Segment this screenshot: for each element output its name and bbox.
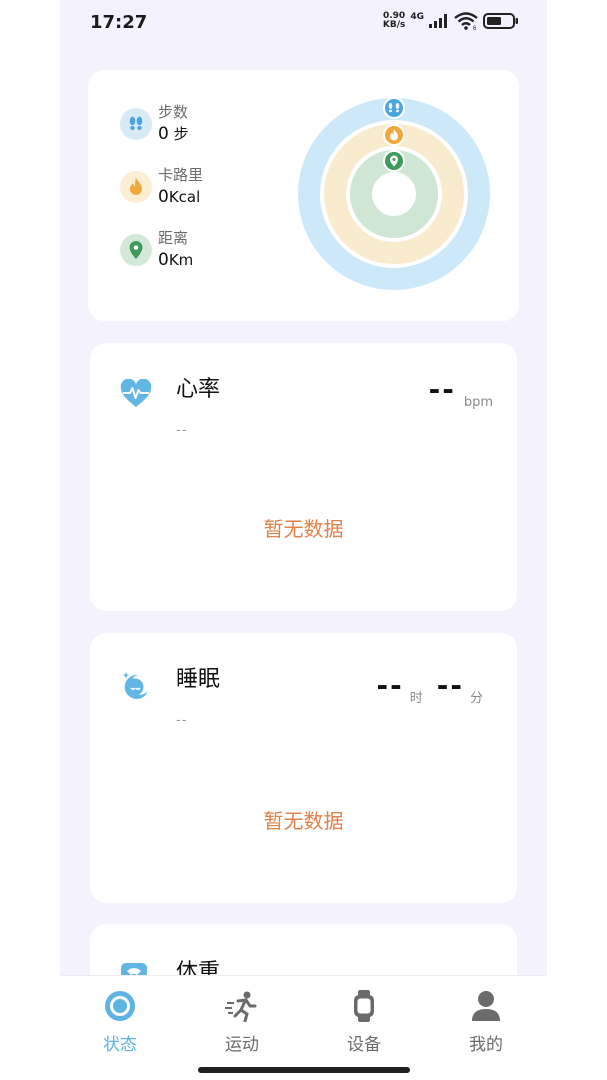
net-speed-unit: KB/s [382,20,406,30]
steps-metric: 步数 0 步 [120,102,189,146]
steps-ring-marker-icon [383,97,405,119]
sleep-card[interactable]: 睡眠 -- -- 时 -- 分 暂无数据 [90,633,517,903]
distance-label: 距离 [158,229,189,247]
heart-rate-card[interactable]: 心率 -- -- bpm 暂无数据 [90,343,517,611]
home-indicator[interactable] [198,1067,410,1073]
nav-label-device: 设备 [347,1035,381,1055]
heart-rate-readout: -- bpm [428,373,493,410]
distance-value: 0Km [158,250,194,270]
svg-text:6: 6 [473,26,477,30]
sleep-minutes-unit: 分 [469,691,483,706]
bottom-navigation: 状态 运动 设备 我的 [60,975,547,1080]
app-screen: 17:27 0.90 KB/s 4G 6 步数 0 步 卡路里 0Kcal 距离… [60,0,547,1080]
nav-label-sport: 运动 [225,1035,259,1055]
moon-stars-icon [122,672,148,699]
heart-rate-unit: bpm [463,395,493,410]
footprints-icon [120,108,152,140]
sleep-hours-value: -- [376,669,404,702]
calories-label: 卡路里 [158,166,204,184]
signal-icon [429,14,447,28]
heart-rate-title: 心率 [176,377,221,402]
net-speed: 0.90 KB/s [383,12,405,30]
nav-item-device[interactable]: 设备 [324,990,404,1055]
heart-rate-empty-text: 暂无数据 [263,517,344,541]
nav-label-profile: 我的 [469,1035,503,1055]
flame-icon [120,171,152,203]
heart-pulse-icon [120,379,152,407]
sleep-hours-unit: 时 [409,691,423,706]
calories-metric: 卡路里 0Kcal [120,165,203,209]
sleep-title: 睡眠 [176,667,221,692]
steps-value: 0 步 [158,124,189,144]
sleep-subtitle: -- [176,713,188,728]
activity-rings [298,97,490,290]
activity-summary-card[interactable]: 步数 0 步 卡路里 0Kcal 距离 0Km [88,70,519,321]
nav-item-sport[interactable]: 运动 [202,990,282,1055]
heart-rate-value: -- [428,373,456,406]
nav-label-status: 状态 [103,1035,137,1055]
heart-rate-subtitle: -- [176,423,188,438]
status-time: 17:27 [90,12,148,33]
wifi-icon: 6 [454,12,478,30]
calories-ring-marker-icon [383,124,405,146]
distance-ring-marker-icon [383,150,405,172]
user-icon [472,991,500,1021]
running-icon [225,991,257,1023]
location-pin-icon [120,234,152,266]
status-ring-icon [105,991,135,1021]
sleep-empty-text: 暂无数据 [263,809,344,833]
status-icons: 0.90 KB/s 4G 6 [383,12,519,30]
distance-metric: 距离 0Km [120,228,193,272]
smartwatch-icon [354,990,374,1022]
nav-item-profile[interactable]: 我的 [446,990,526,1055]
status-bar: 17:27 0.90 KB/s 4G 6 [60,0,547,46]
right-margin [547,0,607,1080]
sleep-minutes-value: -- [436,669,464,702]
calories-value: 0Kcal [158,187,201,207]
battery-icon [483,13,518,29]
left-margin [0,0,60,1080]
steps-label: 步数 [158,103,189,121]
network-type: 4G [410,12,424,22]
sleep-readout: -- 时 -- 分 [376,669,483,706]
nav-item-status[interactable]: 状态 [80,990,160,1055]
